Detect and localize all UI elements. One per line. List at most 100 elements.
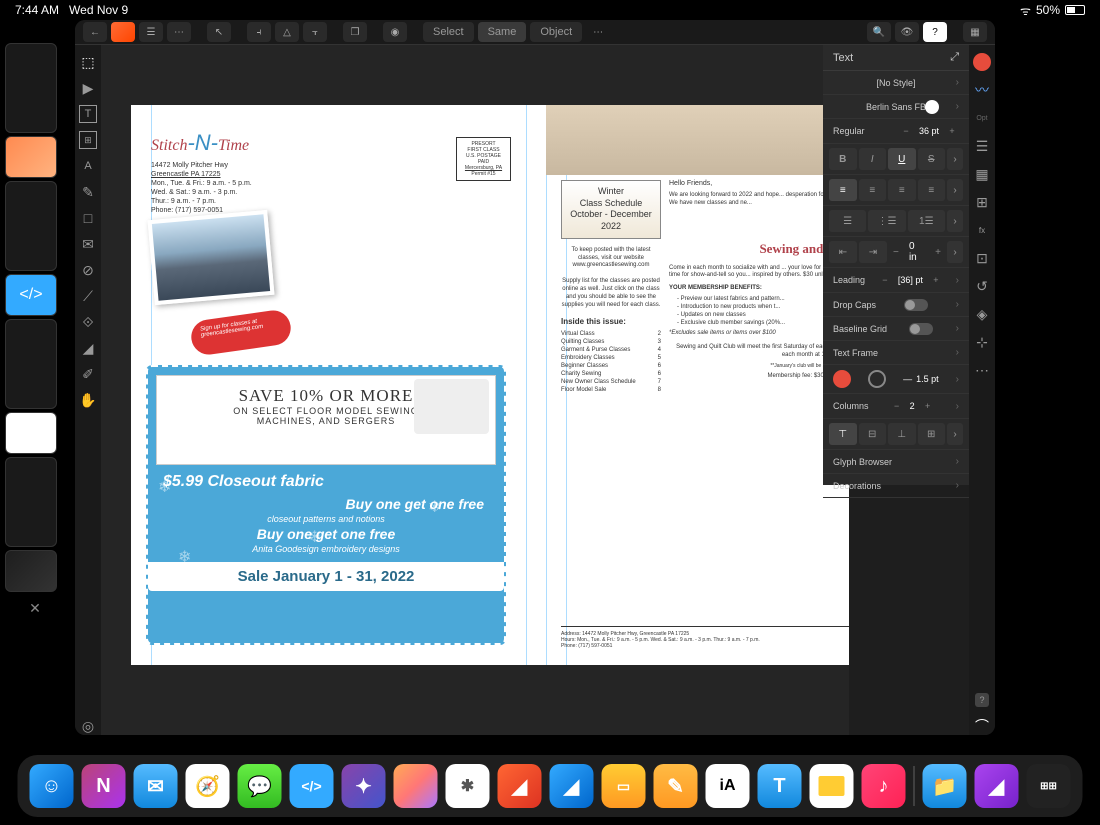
text-style-selector[interactable]: [No Style]›	[823, 71, 969, 95]
dock-textedit[interactable]: T	[758, 764, 802, 808]
assets-icon[interactable]: ⊞	[973, 193, 991, 211]
ellipse-tool[interactable]: ⊘	[79, 261, 97, 279]
expand-icon[interactable]: ⤢	[950, 51, 959, 64]
dock-reminders[interactable]	[810, 764, 854, 808]
switcher-app-2[interactable]	[5, 136, 57, 178]
switcher-close[interactable]: ✕	[5, 600, 65, 617]
text-tool[interactable]: T	[79, 105, 97, 123]
valign-justify-button[interactable]: ⊞	[918, 423, 946, 445]
font-size-stepper[interactable]: − 36 pt +	[899, 124, 959, 138]
art-text-tool[interactable]: A	[79, 157, 97, 175]
switcher-app-3[interactable]	[5, 181, 57, 271]
columns-stepper[interactable]: −2+	[890, 399, 935, 413]
dock-safari[interactable]: 🧭	[186, 764, 230, 808]
outdent-button[interactable]: ⇤	[829, 241, 857, 263]
color-red-tool[interactable]	[973, 53, 991, 71]
swatches-icon[interactable]: ▦	[973, 165, 991, 183]
search-button[interactable]: 🔍	[867, 22, 891, 42]
dock-stack[interactable]: ⊞⊞	[1027, 764, 1071, 808]
text-frame-row[interactable]: Text Frame›	[823, 341, 969, 365]
menu-button[interactable]: ☰	[139, 22, 163, 42]
baseline-row[interactable]: Baseline Grid ›	[823, 317, 969, 341]
help-button[interactable]: ?	[923, 22, 947, 42]
history-icon[interactable]: ↺	[973, 277, 991, 295]
dock-keynote[interactable]: ▭	[602, 764, 646, 808]
eyedropper-tool[interactable]: ✐	[79, 365, 97, 383]
switcher-app-8[interactable]	[5, 550, 57, 592]
image-tool[interactable]: ✉	[79, 235, 97, 253]
dock-pages[interactable]: ✎	[654, 764, 698, 808]
brush-tool[interactable]: ✎	[79, 183, 97, 201]
number-list-button[interactable]: 1☰	[908, 210, 945, 232]
same-menu[interactable]: Same	[478, 22, 527, 42]
object-menu[interactable]: Object	[530, 22, 582, 42]
indent-more-button[interactable]: ›	[947, 241, 963, 263]
crop-tool[interactable]: ⟐	[79, 313, 97, 331]
indent-button[interactable]: ⇥	[859, 241, 887, 263]
switcher-app-4[interactable]: </>	[5, 274, 57, 316]
stroke-color-swatch[interactable]	[868, 370, 886, 388]
dock-mail[interactable]: ✉	[134, 764, 178, 808]
back-button[interactable]: ←	[83, 22, 107, 42]
quick-curve-icon[interactable]: ⌒	[973, 717, 991, 735]
dock-files[interactable]: 📁	[923, 764, 967, 808]
dock-ia[interactable]: iA	[706, 764, 750, 808]
hand-tool[interactable]: ✋	[79, 391, 97, 409]
help-icon[interactable]: ?	[975, 693, 989, 707]
valign-center-button[interactable]: ⊟	[859, 423, 887, 445]
vector-tool[interactable]: ⟋	[79, 287, 97, 305]
switcher-app-1[interactable]	[5, 43, 57, 133]
indent-stepper[interactable]: −0 in+	[889, 241, 945, 263]
dock-finder[interactable]: ☺	[30, 764, 74, 808]
align-tool-1[interactable]: ⫞	[247, 22, 271, 42]
rectangle-tool[interactable]: □	[79, 209, 97, 227]
move-tool[interactable]: ⬚	[79, 53, 97, 71]
dock-code[interactable]: </>	[290, 764, 334, 808]
node-tool[interactable]: ▶	[79, 79, 97, 97]
align-justify-button[interactable]: ≡	[918, 179, 946, 201]
frame-text-tool[interactable]: ⊞	[79, 131, 97, 149]
flip-tool[interactable]: △	[275, 22, 299, 42]
italic-button[interactable]: I	[859, 148, 887, 170]
dock-publisher[interactable]: ◢	[498, 764, 542, 808]
decorations-row[interactable]: Decorations›	[823, 474, 969, 498]
effects-icon[interactable]: fx	[973, 221, 991, 239]
fill-color-swatch[interactable]	[833, 370, 851, 388]
align-right-button[interactable]: ≡	[888, 179, 916, 201]
font-family-selector[interactable]: Berlin Sans FB ›	[823, 95, 969, 119]
dock-affinity-photo[interactable]: ◢	[975, 764, 1019, 808]
leading-stepper[interactable]: −[36] pt+	[878, 273, 943, 287]
font-weight-selector[interactable]: Regular	[833, 126, 865, 136]
swatch-tool[interactable]: ◎	[79, 717, 97, 735]
switcher-app-5[interactable]	[5, 319, 57, 409]
bullet-list-button[interactable]: ⋮☰	[868, 210, 905, 232]
underline-button[interactable]: U	[888, 148, 916, 170]
dock-slack[interactable]: ✱	[446, 764, 490, 808]
list-more-button[interactable]: ›	[947, 210, 963, 232]
stroke-style-icon[interactable]: —	[903, 374, 912, 384]
preview-button[interactable]: 👁	[895, 22, 919, 42]
align-tool-2[interactable]: ⫟	[303, 22, 327, 42]
strikethrough-button[interactable]: S	[918, 148, 946, 170]
export-icon[interactable]: ⋯	[973, 361, 991, 379]
dock-photos[interactable]	[394, 764, 438, 808]
layers-icon[interactable]: ☰	[973, 137, 991, 155]
app-logo[interactable]	[111, 22, 135, 42]
canvas[interactable]: Stitch-N-Time 14472 Molly Pitcher Hwy Gr…	[101, 45, 849, 735]
dock-messages[interactable]: 💬	[238, 764, 282, 808]
overflow-button[interactable]: ⋯	[586, 22, 610, 42]
valign-more-button[interactable]: ›	[947, 423, 963, 445]
switcher-app-6[interactable]	[5, 412, 57, 454]
stroke-studio-icon[interactable]: 〰	[973, 81, 991, 99]
valign-bottom-button[interactable]: ⊥	[888, 423, 916, 445]
fill-tool[interactable]: ◢	[79, 339, 97, 357]
dock-app7[interactable]: ✦	[342, 764, 386, 808]
style-more-button[interactable]: ›	[947, 148, 963, 170]
no-list-button[interactable]: ☰	[829, 210, 866, 232]
dock-designer[interactable]: ◢	[550, 764, 594, 808]
glyph-browser-row[interactable]: Glyph Browser›	[823, 450, 969, 474]
dropcaps-toggle[interactable]	[904, 299, 928, 311]
pointer-tool[interactable]: ↖	[207, 22, 231, 42]
select-menu[interactable]: Select	[423, 22, 474, 42]
layer-tool[interactable]: ◉	[383, 22, 407, 42]
